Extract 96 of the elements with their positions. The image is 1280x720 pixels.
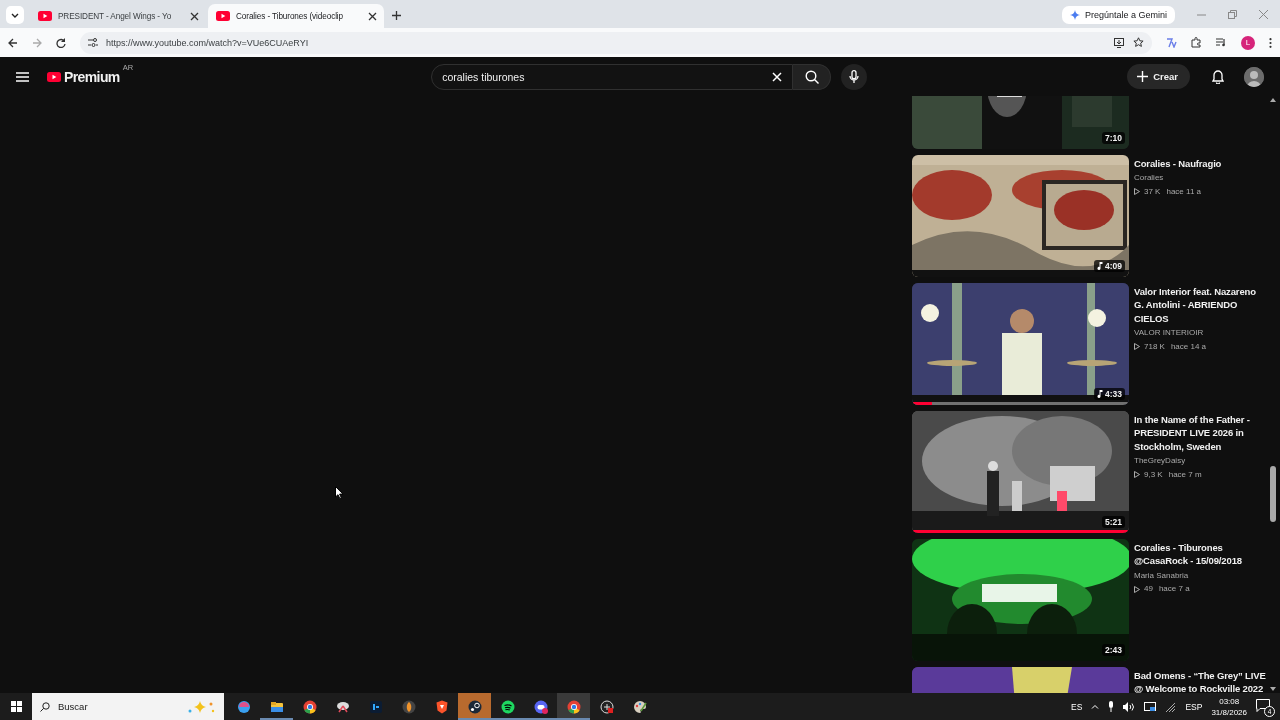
search-bar[interactable]: coralies tiburones	[431, 63, 794, 90]
game-controller-icon	[532, 698, 549, 715]
taskbar-search-field[interactable]: Buscar	[32, 693, 224, 720]
upload-age: hace 14 a	[1170, 340, 1207, 353]
chevron-up-icon[interactable]	[1091, 704, 1100, 709]
play-icon	[1134, 585, 1140, 593]
browser-tab[interactable]: Coralies - Tiburones (videoclip	[208, 4, 384, 28]
wifi-icon[interactable]	[1165, 701, 1177, 712]
duration-badge: 7:10	[1102, 132, 1125, 144]
spotify-icon	[499, 698, 516, 715]
view-count: 9,3 K	[1144, 468, 1163, 481]
video-title[interactable]: Bad Omens - “The Grey” LIVE @ Welcome to Rockville 2022	[1134, 669, 1266, 693]
close-icon[interactable]	[190, 11, 199, 21]
star-icon[interactable]	[1133, 37, 1144, 48]
upload-age: hace 7 a	[1158, 583, 1190, 596]
input-language[interactable]: ES	[1071, 701, 1083, 712]
steam-icon	[466, 698, 483, 715]
duration-badge: 4:09	[1094, 260, 1125, 272]
play-icon	[1134, 470, 1140, 478]
view-count: 37 K	[1144, 185, 1161, 198]
new-tab-icon[interactable]	[392, 11, 401, 20]
upload-age: hace 11 a	[1166, 185, 1201, 198]
windows-start-icon[interactable]	[10, 701, 22, 712]
channel-name[interactable]: TheGreyDaisy	[1134, 454, 1266, 468]
monitor-icon[interactable]	[1144, 701, 1157, 712]
palette-icon	[631, 698, 648, 715]
search-button[interactable]	[793, 63, 832, 90]
microphone-icon	[849, 69, 860, 84]
youtube-logo-icon	[47, 71, 61, 82]
keyboard-layout[interactable]: ESP	[1185, 701, 1203, 712]
chrome-icon	[565, 698, 582, 715]
search-icon	[804, 69, 819, 84]
tab-search-button[interactable]	[6, 6, 24, 24]
record-icon	[598, 698, 615, 715]
search-input[interactable]: coralies tiburones	[442, 70, 767, 83]
more-menu-icon[interactable]	[1269, 37, 1272, 48]
upload-age: hace 7 m	[1168, 468, 1202, 481]
tab-title: PRESIDENT - Angel Wings - Yo	[58, 11, 173, 21]
url-text: https://www.youtube.com/watch?v=VUe6CUAeRYI	[106, 37, 310, 48]
scroll-down-icon[interactable]	[1270, 687, 1276, 691]
close-icon[interactable]	[368, 11, 377, 21]
browser-tab[interactable]: PRESIDENT - Angel Wings - Yo	[30, 4, 206, 28]
clock[interactable]: 03:08 31/8/2026	[1211, 695, 1247, 718]
install-icon[interactable]	[1114, 37, 1125, 48]
chrome-icon	[301, 698, 318, 715]
puzzle-icon[interactable]	[1191, 37, 1202, 48]
voice-search-button[interactable]	[841, 63, 868, 90]
address-bar[interactable]: https://www.youtube.com/watch?v=VUe6CUAeRYI	[80, 31, 1152, 54]
clear-icon[interactable]	[772, 71, 783, 82]
view-count: 718 K	[1144, 340, 1165, 353]
create-button[interactable]: Crear	[1127, 64, 1190, 89]
play-icon	[1134, 342, 1140, 350]
duration-badge: 2:43	[1102, 644, 1125, 656]
account-avatar[interactable]	[1244, 66, 1264, 87]
media-playlist-icon[interactable]	[1216, 38, 1227, 47]
chat-icon	[1256, 698, 1270, 712]
video-title[interactable]: In the Name of the Father - PRESIDENT LIVE 2026 in Stockholm, Sweden	[1134, 413, 1266, 454]
mouse-cursor-icon	[335, 486, 344, 499]
profile-avatar[interactable]: L	[1241, 35, 1255, 50]
tab-title: Coralies - Tiburones (videoclip	[236, 11, 345, 21]
channel-name[interactable]: Coralies	[1134, 171, 1266, 185]
youtube-icon	[38, 11, 52, 21]
channel-name[interactable]: Maria Sanabria	[1134, 568, 1266, 583]
chevron-down-icon	[11, 12, 19, 18]
logo-text[interactable]: Premium	[64, 68, 120, 85]
site-settings-icon[interactable]	[88, 38, 98, 47]
play-icon	[1134, 188, 1140, 196]
video-title[interactable]: Coralies - Naufragio	[1134, 157, 1266, 171]
plus-icon	[1137, 71, 1149, 82]
taskbar-app[interactable]	[557, 693, 590, 720]
copilot-icon	[235, 698, 252, 715]
channel-name[interactable]: VALOR INTERIOIR	[1134, 326, 1266, 340]
search-icon	[40, 701, 50, 712]
gemini-button[interactable]: Pregúntale a Gemini	[1061, 6, 1175, 24]
duration-badge: 4:33	[1094, 388, 1125, 400]
scroll-up-icon[interactable]	[1270, 98, 1276, 102]
video-title[interactable]: Valor Interior feat. Nazareno G. Antolini - ABRIENDO CIELOS	[1134, 285, 1266, 326]
music-note-icon	[1097, 390, 1103, 398]
translate-icon[interactable]	[1166, 37, 1177, 48]
restore-icon[interactable]	[1228, 9, 1237, 19]
microphone-icon[interactable]	[1108, 701, 1115, 712]
menu-icon[interactable]	[16, 71, 29, 82]
bell-icon[interactable]	[1212, 69, 1224, 84]
reload-icon[interactable]	[56, 37, 66, 48]
taskbar-app[interactable]	[458, 693, 491, 720]
scrollbar-thumb[interactable]	[1270, 466, 1276, 522]
speaker-icon[interactable]	[1123, 701, 1136, 712]
video-title[interactable]: Coralies - Tiburones @CasaRock - 15/09/2018	[1134, 541, 1266, 568]
duration-badge: 5:21	[1102, 516, 1125, 528]
youtube-icon	[216, 11, 230, 21]
ps-icon	[367, 698, 384, 715]
sparkle-icon	[1069, 10, 1080, 20]
music-note-icon	[1097, 262, 1103, 270]
view-count: 49	[1144, 583, 1153, 596]
search-input[interactable]: Buscar	[58, 701, 178, 712]
back-icon[interactable]	[8, 37, 18, 48]
